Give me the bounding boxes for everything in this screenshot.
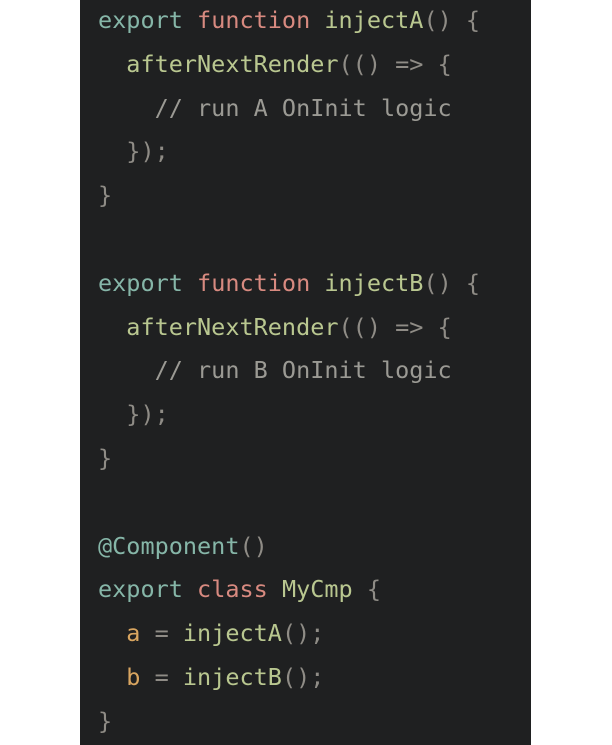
code-token: class: [197, 575, 282, 604]
code-token: @Component: [98, 531, 240, 560]
code-line: a = injectA();: [98, 613, 480, 657]
code-token: MyCmp: [281, 575, 367, 604]
code-token: injectA: [324, 6, 424, 34]
code-line: // run B OnInit logic: [98, 350, 480, 394]
code-token: export: [98, 6, 198, 34]
code-token: }: [98, 181, 113, 210]
code-line: }: [98, 175, 480, 219]
code-token: export: [98, 268, 198, 297]
code-line: export function injectB() {: [98, 263, 480, 307]
code-token: ();: [281, 662, 325, 691]
code-token: }: [98, 443, 113, 472]
code-token: a: [126, 619, 141, 648]
code-line: afterNextRender(() => {: [98, 307, 480, 351]
code-token: {: [366, 575, 381, 604]
code-token: injectB: [182, 662, 282, 691]
code-token: function: [197, 6, 325, 34]
code-token: b: [126, 662, 141, 691]
code-token: function: [197, 268, 325, 297]
code-line: export class MyCmp {: [98, 569, 480, 613]
code-line: // run A OnInit logic: [98, 88, 480, 132]
code-line: afterNextRender(() => {: [98, 44, 480, 88]
code-token: });: [126, 137, 169, 166]
code-token: (() => {: [338, 312, 452, 341]
code-token: ();: [281, 619, 325, 648]
code-line: export function injectA() {: [98, 0, 480, 44]
code-line: });: [98, 394, 480, 438]
code-line: }: [98, 701, 480, 745]
code-line: });: [98, 131, 480, 175]
code-token: (): [239, 531, 268, 560]
code-token: =: [140, 619, 183, 648]
code-token: }: [98, 706, 113, 735]
code-block: export function injectA() { afterNextRen…: [98, 0, 480, 745]
code-token: injectB: [324, 268, 424, 297]
code-token: // run B OnInit logic: [154, 356, 452, 385]
code-token: (() => {: [338, 49, 452, 78]
code-token: =: [140, 662, 183, 691]
code-token: afterNextRender: [126, 312, 339, 341]
code-token: afterNextRender: [126, 49, 339, 78]
code-editor: export function injectA() { afterNextRen…: [80, 0, 531, 745]
code-token: () {: [423, 268, 481, 297]
code-token: });: [126, 400, 169, 429]
code-line: b = injectB();: [98, 657, 480, 701]
code-token: export: [98, 575, 198, 604]
code-token: // run A OnInit logic: [154, 93, 452, 122]
code-token: () {: [423, 6, 481, 34]
code-token: injectA: [182, 619, 282, 648]
code-line: @Component(): [98, 526, 480, 570]
code-line: }: [98, 438, 480, 482]
